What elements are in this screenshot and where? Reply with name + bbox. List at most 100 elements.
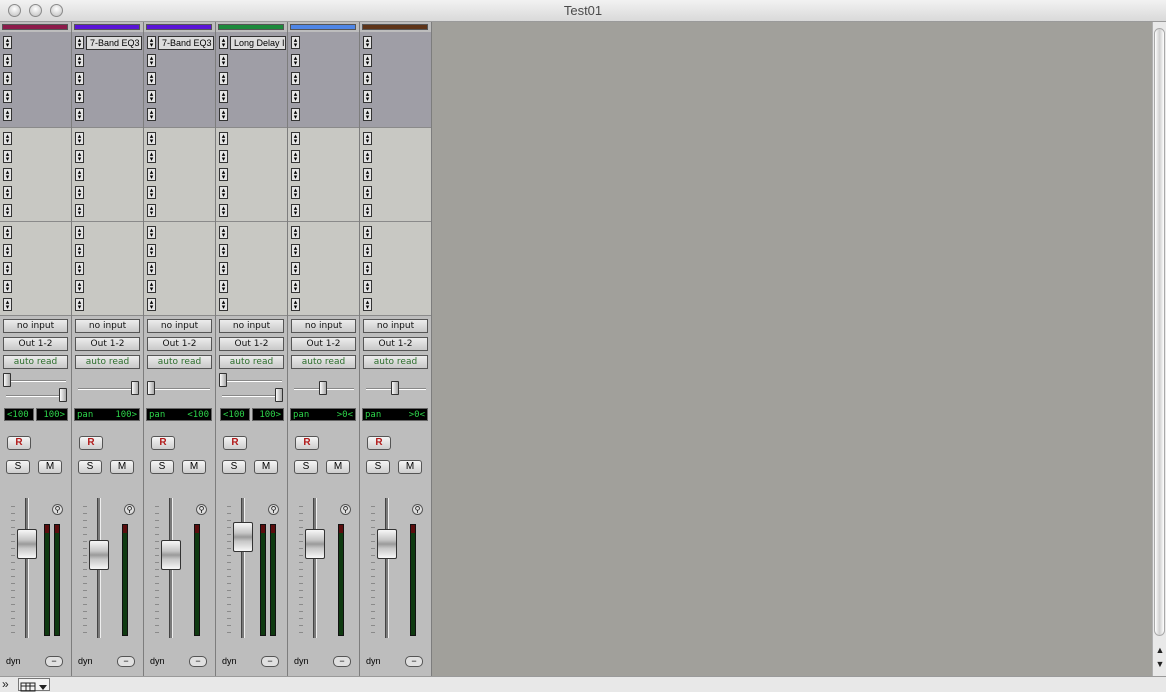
group-link-icon[interactable]: ⚲ <box>412 504 423 515</box>
slot-selector-arrows-icon[interactable]: ▴ ▾ <box>75 150 84 163</box>
group-link-icon[interactable]: ⚲ <box>52 504 63 515</box>
slot-selector-arrows-icon[interactable]: ▴ ▾ <box>75 54 84 67</box>
pan-slider[interactable] <box>319 381 327 395</box>
automation-mode[interactable]: auto read <box>75 355 140 369</box>
slot-selector-arrows-icon[interactable]: ▴ ▾ <box>291 132 300 145</box>
pan-slider-right[interactable] <box>59 388 67 402</box>
group-link-icon[interactable]: ⚲ <box>124 504 135 515</box>
slot-selector-arrows-icon[interactable]: ▴ ▾ <box>291 244 300 257</box>
insert-slot[interactable]: ▴ ▾ 7-Band EQ3 <box>146 35 214 50</box>
automation-mode[interactable]: auto read <box>363 355 428 369</box>
slot-selector-arrows-icon[interactable]: ▴ ▾ <box>363 132 372 145</box>
pan-slider-left[interactable] <box>219 373 227 387</box>
slot-selector-arrows-icon[interactable]: ▴ ▾ <box>363 280 372 293</box>
slot-selector-arrows-icon[interactable]: ▴ ▾ <box>75 132 84 145</box>
mute-button[interactable]: M <box>398 460 422 474</box>
slot-selector-arrows-icon[interactable]: ▴ ▾ <box>75 186 84 199</box>
slot-selector-arrows-icon[interactable]: ▴ ▾ <box>219 226 228 239</box>
pan-slider-left[interactable] <box>3 373 11 387</box>
slot-selector-arrows-icon[interactable]: ▴ ▾ <box>291 150 300 163</box>
vertical-scrollbar[interactable]: ▲ ▼ <box>1152 22 1166 676</box>
mute-button[interactable]: M <box>326 460 350 474</box>
solo-button[interactable]: S <box>6 460 30 474</box>
slot-selector-arrows-icon[interactable]: ▴ ▾ <box>147 226 156 239</box>
output-selector[interactable]: Out 1-2 <box>75 337 140 351</box>
output-selector[interactable]: Out 1-2 <box>291 337 356 351</box>
slot-selector-arrows-icon[interactable]: ▴ ▾ <box>291 298 300 311</box>
volume-fader[interactable] <box>377 528 397 559</box>
slot-selector-arrows-icon[interactable]: ▴ ▾ <box>3 226 12 239</box>
track-options-button[interactable]: − <box>333 656 351 667</box>
slot-selector-arrows-icon[interactable]: ▴ ▾ <box>363 262 372 275</box>
pan-slider[interactable] <box>131 381 139 395</box>
group-link-icon[interactable]: ⚲ <box>340 504 351 515</box>
insert-plugin-name[interactable]: 7-Band EQ3 <box>158 36 214 50</box>
pan-slider[interactable] <box>147 381 155 395</box>
slot-selector-arrows-icon[interactable]: ▴ ▾ <box>75 262 84 275</box>
slot-selector-arrows-icon[interactable]: ▴ ▾ <box>363 168 372 181</box>
slot-selector-arrows-icon[interactable]: ▴ ▾ <box>219 280 228 293</box>
scrollbar-thumb[interactable] <box>1154 28 1165 636</box>
automation-mode[interactable]: auto read <box>219 355 284 369</box>
slot-selector-arrows-icon[interactable]: ▴ ▾ <box>147 90 156 103</box>
slot-selector-arrows-icon[interactable]: ▴ ▾ <box>147 186 156 199</box>
record-enable-button[interactable]: R <box>367 436 391 450</box>
solo-button[interactable]: S <box>294 460 318 474</box>
slot-selector-arrows-icon[interactable]: ▴ ▾ <box>219 298 228 311</box>
slot-selector-arrows-icon[interactable]: ▴ ▾ <box>363 244 372 257</box>
slot-selector-arrows-icon[interactable]: ▴ ▾ <box>147 54 156 67</box>
volume-fader[interactable] <box>305 528 325 559</box>
slot-selector-arrows-icon[interactable]: ▴ ▾ <box>3 262 12 275</box>
slot-selector-arrows-icon[interactable]: ▴ ▾ <box>3 90 12 103</box>
slot-selector-arrows-icon[interactable]: ▴ ▾ <box>3 108 12 121</box>
track-options-button[interactable]: − <box>261 656 279 667</box>
slot-selector-arrows-icon[interactable]: ▴ ▾ <box>291 262 300 275</box>
slot-selector-arrows-icon[interactable]: ▴ ▾ <box>291 54 300 67</box>
slot-selector-arrows-icon[interactable]: ▴ ▾ <box>219 36 228 49</box>
slot-selector-arrows-icon[interactable]: ▴ ▾ <box>219 72 228 85</box>
slot-selector-arrows-icon[interactable]: ▴ ▾ <box>363 90 372 103</box>
slot-selector-arrows-icon[interactable]: ▴ ▾ <box>75 168 84 181</box>
solo-button[interactable]: S <box>78 460 102 474</box>
slot-selector-arrows-icon[interactable]: ▴ ▾ <box>3 298 12 311</box>
slot-selector-arrows-icon[interactable]: ▴ ▾ <box>291 90 300 103</box>
slot-selector-arrows-icon[interactable]: ▴ ▾ <box>291 108 300 121</box>
record-enable-button[interactable]: R <box>151 436 175 450</box>
slot-selector-arrows-icon[interactable]: ▴ ▾ <box>363 204 372 217</box>
automation-mode[interactable]: auto read <box>147 355 212 369</box>
slot-selector-arrows-icon[interactable]: ▴ ▾ <box>291 280 300 293</box>
slot-selector-arrows-icon[interactable]: ▴ ▾ <box>75 72 84 85</box>
solo-button[interactable]: S <box>150 460 174 474</box>
slot-selector-arrows-icon[interactable]: ▴ ▾ <box>291 72 300 85</box>
slot-selector-arrows-icon[interactable]: ▴ ▾ <box>219 244 228 257</box>
view-menu-button[interactable] <box>18 678 50 692</box>
track-options-button[interactable]: − <box>45 656 63 667</box>
input-selector[interactable]: no input <box>363 319 428 333</box>
slot-selector-arrows-icon[interactable]: ▴ ▾ <box>363 72 372 85</box>
slot-selector-arrows-icon[interactable]: ▴ ▾ <box>219 132 228 145</box>
slot-selector-arrows-icon[interactable]: ▴ ▾ <box>75 280 84 293</box>
solo-button[interactable]: S <box>366 460 390 474</box>
input-selector[interactable]: no input <box>3 319 68 333</box>
solo-button[interactable]: S <box>222 460 246 474</box>
slot-selector-arrows-icon[interactable]: ▴ ▾ <box>291 204 300 217</box>
slot-selector-arrows-icon[interactable]: ▴ ▾ <box>363 150 372 163</box>
slot-selector-arrows-icon[interactable]: ▴ ▾ <box>363 298 372 311</box>
insert-plugin-name[interactable]: Long Delay II <box>230 36 286 50</box>
volume-fader[interactable] <box>17 528 37 559</box>
record-enable-button[interactable]: R <box>79 436 103 450</box>
mute-button[interactable]: M <box>38 460 62 474</box>
output-selector[interactable]: Out 1-2 <box>3 337 68 351</box>
slot-selector-arrows-icon[interactable]: ▴ ▾ <box>147 280 156 293</box>
pan-slider-right[interactable] <box>275 388 283 402</box>
volume-fader[interactable] <box>89 539 109 570</box>
slot-selector-arrows-icon[interactable]: ▴ ▾ <box>147 36 156 49</box>
slot-selector-arrows-icon[interactable]: ▴ ▾ <box>219 168 228 181</box>
track-options-button[interactable]: − <box>405 656 423 667</box>
slot-selector-arrows-icon[interactable]: ▴ ▾ <box>147 298 156 311</box>
slot-selector-arrows-icon[interactable]: ▴ ▾ <box>219 108 228 121</box>
slot-selector-arrows-icon[interactable]: ▴ ▾ <box>363 226 372 239</box>
slot-selector-arrows-icon[interactable]: ▴ ▾ <box>147 168 156 181</box>
automation-mode[interactable]: auto read <box>3 355 68 369</box>
slot-selector-arrows-icon[interactable]: ▴ ▾ <box>291 36 300 49</box>
